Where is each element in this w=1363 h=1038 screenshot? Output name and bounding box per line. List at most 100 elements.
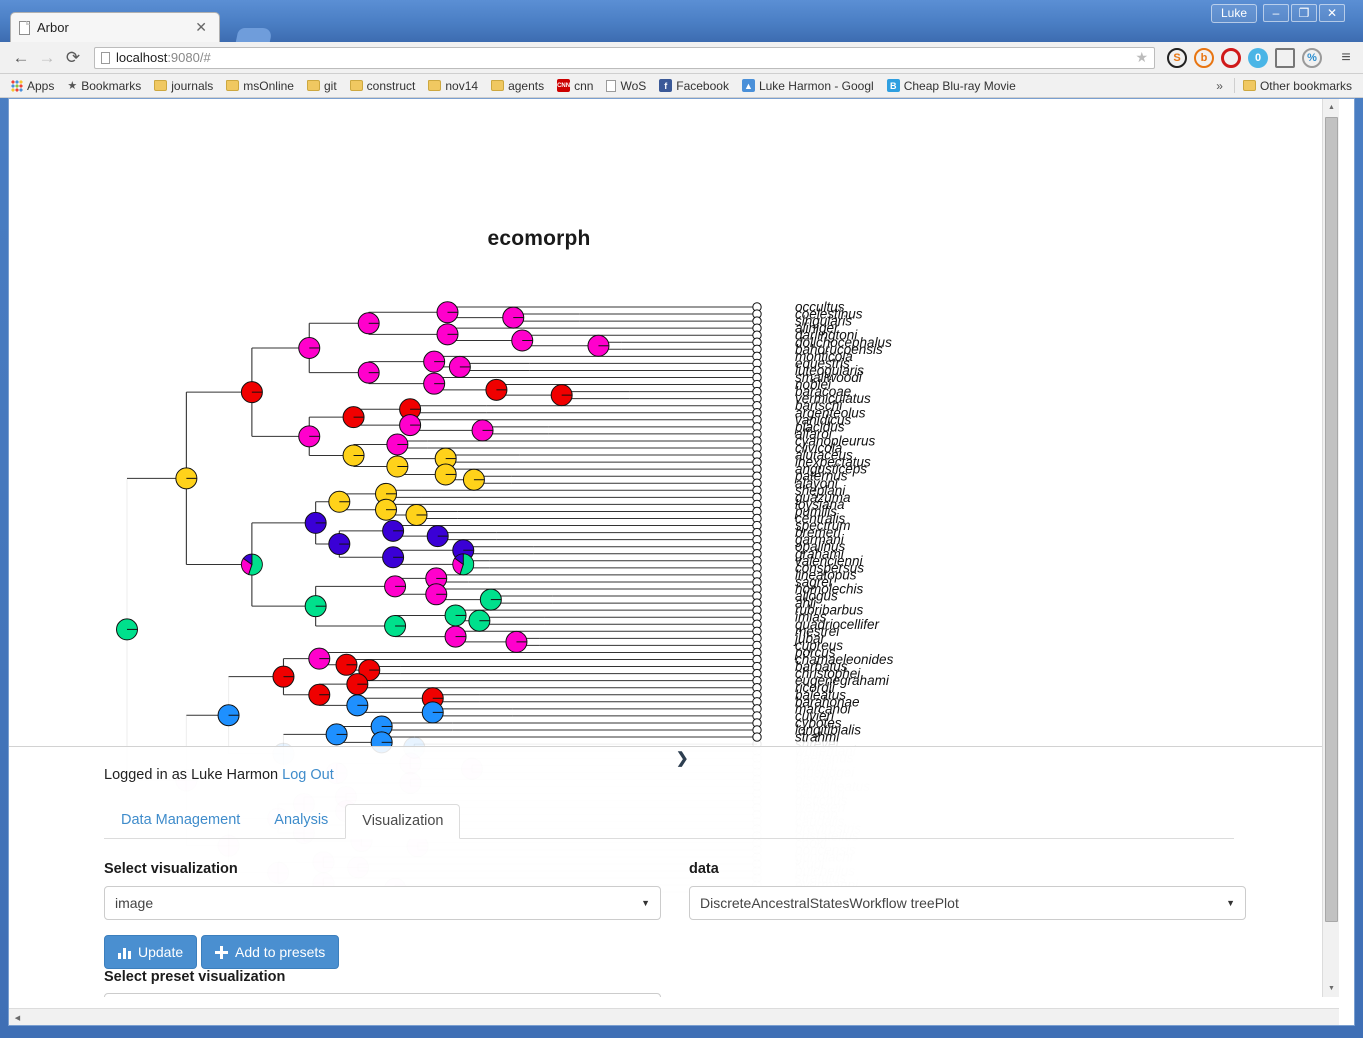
page-scrollbar-vertical[interactable]: ▲ ▼ (1322, 99, 1339, 997)
tab-visualization[interactable]: Visualization (345, 804, 461, 839)
bookmark-label: Apps (27, 78, 55, 93)
data-label: data (689, 861, 719, 877)
window-maximize-button[interactable]: ❐ (1291, 4, 1317, 22)
address-bar[interactable]: localhost :9080/# ★ (94, 46, 1155, 69)
app-tabs: Data Management Analysis Visualization (104, 803, 1234, 839)
blogger-extension-icon[interactable]: b (1194, 47, 1214, 68)
scroll-up-icon[interactable]: ▲ (1323, 99, 1339, 116)
adblock-extension-icon[interactable] (1221, 47, 1241, 68)
bookmark-label: nov14 (445, 78, 479, 93)
add-to-presets-button[interactable]: Add to presets (201, 935, 340, 969)
window-user-label[interactable]: Luke (1210, 4, 1257, 23)
star-icon: ★ (67, 80, 78, 92)
bookmark-agents[interactable]: agents (486, 77, 549, 95)
bookmarks-overflow-icon[interactable]: » (1208, 79, 1231, 93)
page-scrollbar-horizontal[interactable]: ◀ (9, 1008, 1339, 1025)
folder-icon (349, 80, 363, 91)
folder-icon (1242, 80, 1256, 91)
visualization-select-value: image (115, 895, 154, 911)
bookmark-label: WoS (620, 78, 647, 93)
page-scrollbar-thumb[interactable] (1325, 117, 1338, 922)
divider (1233, 78, 1235, 93)
bar-chart-icon (118, 947, 131, 959)
bookmark-cnn[interactable]: CNN cnn (552, 77, 598, 95)
doc-favicon (606, 79, 617, 92)
bookmark-wos[interactable]: WoS (601, 77, 651, 95)
bluray-favicon: B (886, 79, 900, 92)
extension-icons: S b 0 % ≡ (1163, 47, 1355, 68)
bookmark-apps[interactable]: Apps (6, 77, 59, 95)
bookmark-journals[interactable]: journals (149, 77, 218, 95)
bookmark-construct[interactable]: construct (345, 77, 421, 95)
folder-icon (306, 80, 320, 91)
bookmarks-bar: Apps ★ Bookmarks journals msOnline git c… (0, 74, 1363, 98)
page-info-icon (101, 51, 110, 64)
forward-icon[interactable]: → (34, 48, 60, 68)
chrome-menu-icon[interactable]: ≡ (1337, 49, 1355, 67)
bookmark-other-bookmarks[interactable]: Other bookmarks (1238, 77, 1357, 95)
bookmark-label: journals (171, 78, 214, 93)
bookmark-label: Luke Harmon - Googl (758, 78, 874, 93)
folder-icon (428, 80, 442, 91)
select-preset-label: Select preset visualization (104, 969, 286, 985)
chevron-down-icon: ▼ (641, 898, 650, 908)
plus-icon (215, 945, 228, 959)
privacy-extension-icon[interactable]: % (1302, 47, 1322, 68)
bookmark-label: git (323, 78, 337, 93)
window-minimize-button[interactable]: – (1263, 4, 1289, 22)
bookmark-msonline[interactable]: msOnline (221, 77, 299, 95)
bookmark-label: agents (508, 78, 545, 93)
chevron-down-icon[interactable]: ❯ (676, 749, 689, 767)
page-icon (19, 20, 30, 35)
add-to-presets-label: Add to presets (235, 944, 326, 960)
scholar-favicon: ▲ (741, 79, 755, 92)
back-icon[interactable]: ← (8, 48, 34, 68)
bookmark-git[interactable]: git (302, 77, 342, 95)
bookmark-luke-harmon-google[interactable]: ▲ Luke Harmon - Googl (737, 77, 879, 95)
visualization-panel: ❯ Logged in as Luke Harmon Log Out Data … (9, 746, 1339, 997)
close-tab-icon[interactable]: ✕ (191, 19, 211, 36)
folder-icon (226, 80, 240, 91)
tab-data-management[interactable]: Data Management (104, 803, 257, 838)
page-viewport: ecomorph occultus coelestinus singularis al… (8, 98, 1355, 1026)
scroll-down-icon[interactable]: ▼ (1323, 980, 1339, 997)
visualization-select[interactable]: image ▼ (104, 886, 661, 920)
update-button[interactable]: Update (104, 935, 198, 969)
bookmark-nov14[interactable]: nov14 (423, 77, 483, 95)
bookmark-label: Cheap Blu-ray Movie (903, 78, 1016, 93)
preset-select[interactable]: ▼ (104, 993, 661, 997)
bookmark-label: msOnline (243, 78, 294, 93)
apps-grid-icon (11, 79, 23, 92)
chrome-tabstrip: Arbor ✕ (10, 12, 273, 54)
cast-extension-icon[interactable] (1275, 47, 1295, 68)
tab-analysis[interactable]: Analysis (257, 803, 345, 838)
browser-tab-title: Arbor (37, 20, 69, 35)
bookmark-facebook[interactable]: f Facebook (654, 77, 734, 95)
browser-tab-arbor[interactable]: Arbor ✕ (10, 12, 220, 42)
skype-extension-icon[interactable]: S (1167, 47, 1187, 68)
bookmark-bookmarks[interactable]: ★ Bookmarks (62, 77, 146, 95)
bookmark-cheap-bluray[interactable]: B Cheap Blu-ray Movie (882, 77, 1021, 95)
login-text: Logged in as Luke Harmon (104, 767, 279, 783)
data-select[interactable]: DiscreteAncestralStatesWorkflow treePlot… (689, 886, 1246, 920)
bookmark-label: cnn (574, 78, 594, 93)
log-out-link[interactable]: Log Out (282, 767, 334, 783)
browser-window: Arbor ✕ Luke – ❐ ✕ ← → ⟳ localhost :9080… (0, 0, 1363, 1038)
reload-icon[interactable]: ⟳ (60, 48, 86, 68)
update-button-label: Update (138, 944, 184, 960)
cnn-favicon: CNN (557, 79, 571, 92)
folder-icon (491, 80, 505, 91)
chevron-down-icon: ▼ (1226, 898, 1235, 908)
data-select-value: DiscreteAncestralStatesWorkflow treePlot (700, 895, 959, 911)
bookmark-star-icon[interactable]: ★ (1135, 49, 1148, 66)
bookmark-label: Bookmarks (81, 78, 142, 93)
login-status: Logged in as Luke Harmon Log Out (104, 767, 334, 783)
window-close-button[interactable]: ✕ (1319, 4, 1345, 22)
window-titlebar: Arbor ✕ Luke – ❐ ✕ (0, 0, 1363, 54)
panel-content: ❯ Logged in as Luke Harmon Log Out Data … (9, 747, 1322, 997)
ghostery-extension-icon[interactable]: 0 (1248, 47, 1268, 68)
bookmark-label: Facebook (676, 78, 729, 93)
scroll-left-icon[interactable]: ◀ (9, 1009, 26, 1025)
url-path: :9080/# (167, 50, 211, 65)
url-host: localhost (116, 50, 168, 65)
